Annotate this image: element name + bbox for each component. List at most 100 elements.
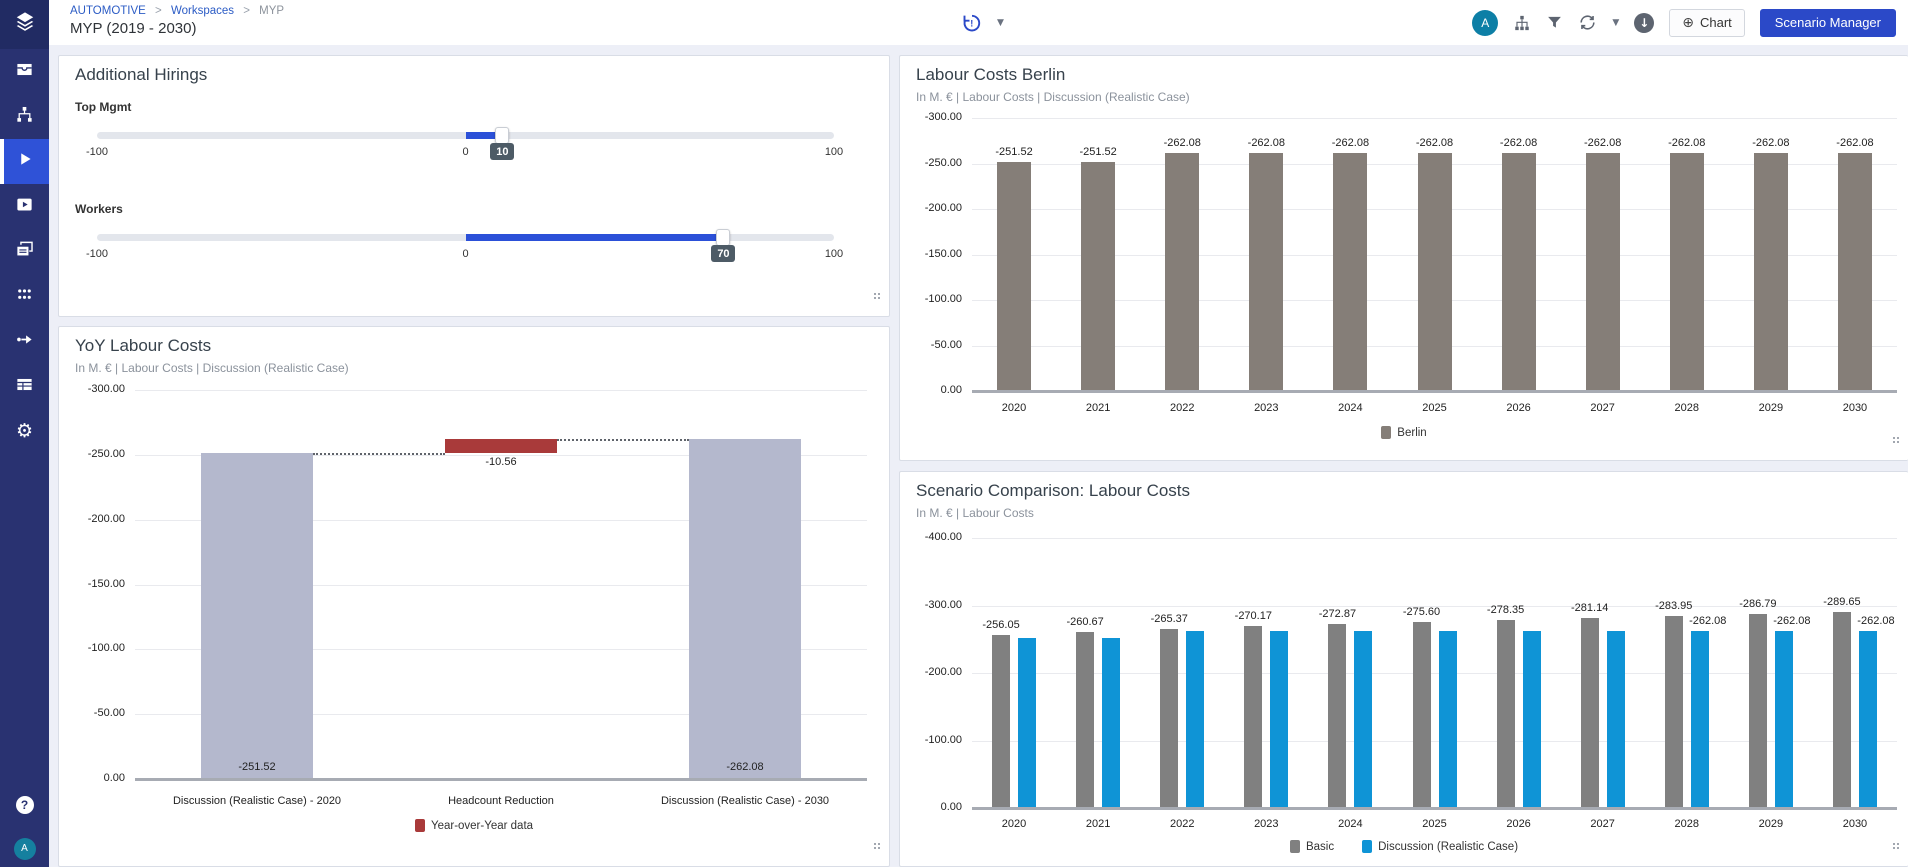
refresh-dropdown-caret[interactable]: ▼ — [1612, 18, 1619, 28]
history-controls: ! ▼ — [961, 0, 1004, 45]
bar[interactable] — [1102, 638, 1120, 808]
history-restore-icon[interactable]: ! — [961, 13, 981, 33]
sidebar-item-flows[interactable] — [0, 319, 49, 364]
slider-handle[interactable] — [716, 229, 730, 246]
bar[interactable] — [201, 453, 313, 779]
user-avatar[interactable]: A — [1472, 10, 1498, 36]
sidebar-item-simulations[interactable] — [0, 139, 49, 184]
bar[interactable] — [1165, 153, 1199, 391]
sidebar: ⚙ ? A — [0, 0, 49, 867]
value-label: -262.08 — [1678, 615, 1738, 627]
slider-track[interactable]: 70-1000100 — [97, 234, 834, 241]
bar[interactable] — [1076, 632, 1094, 808]
legend-item[interactable]: Discussion (Realistic Case) — [1362, 840, 1518, 853]
sidebar-item-presentations[interactable] — [0, 184, 49, 229]
sidebar-item-archive[interactable] — [0, 49, 49, 94]
bar[interactable] — [1838, 153, 1872, 391]
filter-icon[interactable] — [1546, 14, 1563, 31]
history-dropdown-caret[interactable]: ▼ — [997, 18, 1004, 28]
scenario-manager-button[interactable]: Scenario Manager — [1760, 9, 1896, 37]
bar[interactable] — [1775, 631, 1793, 808]
bar[interactable] — [992, 635, 1010, 808]
bar[interactable] — [1502, 153, 1536, 391]
legend-swatch — [1362, 840, 1372, 853]
download-icon[interactable]: ↓ — [1634, 13, 1654, 33]
settings-gear-icon: ⚙ — [16, 422, 33, 441]
bar[interactable] — [1607, 631, 1625, 808]
resize-handle[interactable] — [1892, 436, 1900, 444]
value-label: -262.08 — [1846, 615, 1906, 627]
bar[interactable] — [1581, 618, 1599, 808]
delta-bar[interactable] — [445, 439, 557, 453]
slider-track[interactable]: 10-1000100 — [97, 132, 834, 139]
plus-circle-icon: ⊕ — [1682, 15, 1694, 31]
sidebar-avatar[interactable]: A — [0, 826, 49, 867]
slides-copy-icon — [15, 240, 34, 264]
gridline — [135, 778, 867, 781]
bar[interactable] — [1754, 153, 1788, 391]
slider-label: Workers — [75, 202, 123, 216]
play-icon — [16, 150, 34, 173]
slider-handle[interactable] — [495, 127, 509, 144]
breadcrumb-separator: > — [155, 5, 162, 17]
y-axis-label: -150.00 — [900, 248, 962, 260]
add-chart-button[interactable]: ⊕ Chart — [1669, 9, 1745, 37]
bar[interactable] — [1691, 631, 1709, 808]
bar[interactable] — [1670, 153, 1704, 391]
bar[interactable] — [1249, 153, 1283, 391]
gridline — [972, 118, 1897, 119]
resize-handle[interactable] — [873, 292, 881, 300]
bar[interactable] — [1665, 616, 1683, 808]
y-axis-label: -300.00 — [900, 599, 962, 611]
legend-item[interactable]: Basic — [1290, 840, 1334, 853]
x-axis-label: 2025 — [1392, 818, 1476, 830]
org-chart-icon — [15, 105, 34, 129]
bar[interactable] — [1833, 612, 1851, 808]
y-axis-label: -200.00 — [59, 513, 125, 525]
bar[interactable] — [1160, 629, 1178, 808]
bar[interactable] — [1270, 631, 1288, 808]
bar[interactable] — [689, 439, 801, 779]
x-axis-label: 2027 — [1561, 402, 1645, 414]
resize-handle[interactable] — [873, 842, 881, 850]
bar[interactable] — [1497, 620, 1515, 808]
hierarchy-icon[interactable] — [1513, 14, 1531, 32]
connector-line — [313, 453, 445, 455]
bar[interactable] — [1418, 153, 1452, 391]
y-axis-label: 0.00 — [900, 801, 962, 813]
bar[interactable] — [1439, 631, 1457, 808]
bar[interactable] — [1328, 624, 1346, 808]
breadcrumb-current: MYP — [259, 5, 284, 17]
legend-item[interactable]: Berlin — [1381, 426, 1426, 439]
sidebar-item-slides[interactable] — [0, 229, 49, 274]
sidebar-item-data-tables[interactable] — [0, 364, 49, 409]
bar[interactable] — [1523, 631, 1541, 808]
x-axis-label: Discussion (Realistic Case) - 2020 — [135, 795, 379, 807]
sidebar-item-models[interactable] — [0, 274, 49, 319]
breadcrumb-link-workspaces[interactable]: Workspaces — [171, 5, 234, 17]
bar[interactable] — [1413, 622, 1431, 808]
x-axis-label: 2020 — [972, 818, 1056, 830]
resize-handle[interactable] — [1892, 842, 1900, 850]
sidebar-item-workspaces[interactable] — [0, 94, 49, 139]
bar[interactable] — [1586, 153, 1620, 391]
bar[interactable] — [1354, 631, 1372, 808]
bar[interactable] — [1018, 638, 1036, 808]
x-axis-label: 2026 — [1477, 818, 1561, 830]
app-logo[interactable] — [0, 0, 49, 49]
sidebar-item-settings[interactable]: ⚙ — [0, 409, 49, 454]
refresh-icon[interactable] — [1578, 13, 1597, 32]
bar[interactable] — [997, 162, 1031, 391]
breadcrumb-link-automotive[interactable]: AUTOMOTIVE — [70, 5, 146, 17]
bar[interactable] — [1081, 162, 1115, 391]
bar[interactable] — [1749, 614, 1767, 808]
bar[interactable] — [1244, 626, 1262, 808]
legend-swatch — [415, 819, 425, 832]
legend-item[interactable]: Year-over-Year data — [415, 819, 533, 832]
yoy-waterfall-chart: -300.00-250.00-200.00-150.00-100.00-50.0… — [59, 327, 889, 866]
sidebar-help[interactable]: ? — [0, 782, 49, 827]
slider-label: Top Mgmt — [75, 100, 131, 114]
bar[interactable] — [1186, 631, 1204, 808]
bar[interactable] — [1333, 153, 1367, 391]
bar[interactable] — [1859, 631, 1877, 808]
